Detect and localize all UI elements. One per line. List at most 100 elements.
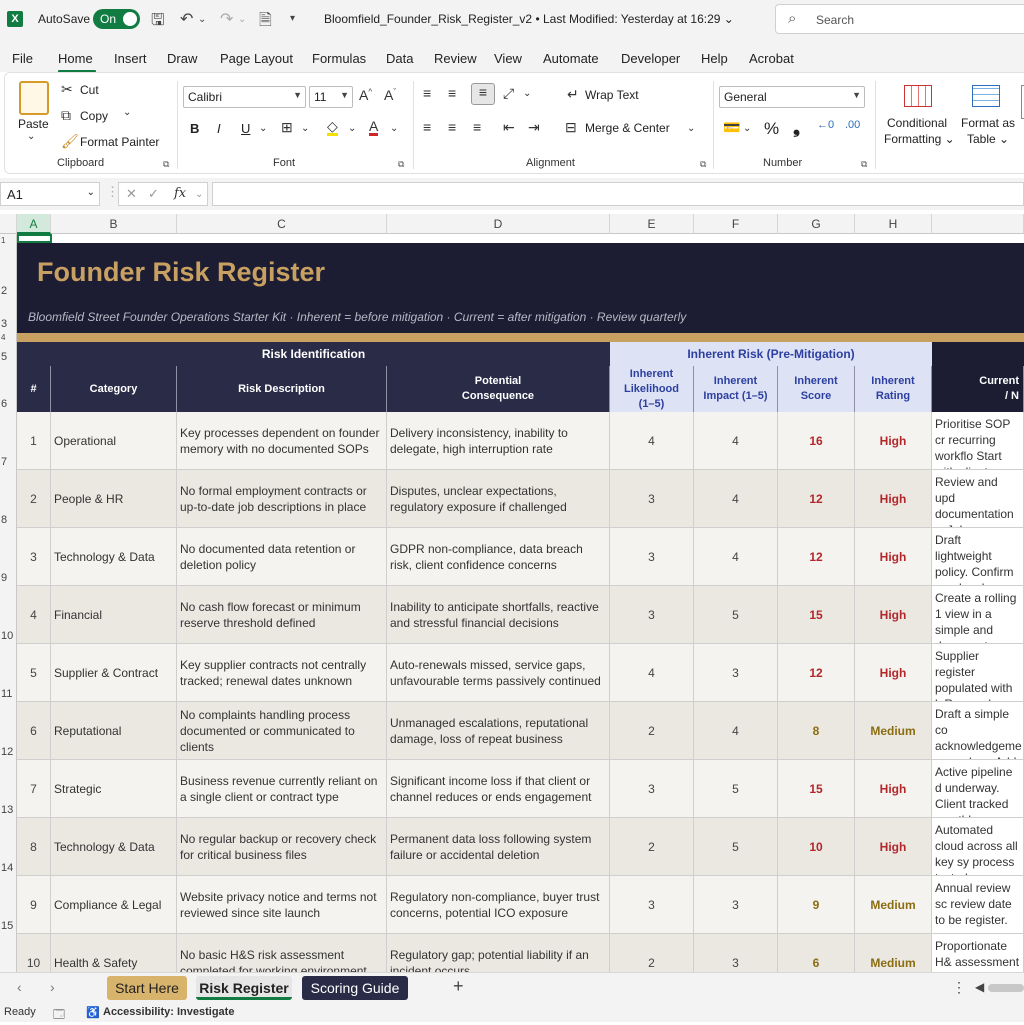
tab-help[interactable]: Help	[701, 51, 728, 66]
cell-score[interactable]: 15	[778, 760, 855, 818]
comma-style-button[interactable]: ❟	[793, 117, 800, 138]
row-header[interactable]: 1	[0, 234, 17, 245]
row-header[interactable]: 10	[0, 586, 17, 644]
bold-button[interactable]: B	[190, 121, 199, 136]
tab-formulas[interactable]: Formulas	[312, 51, 366, 66]
cell-description[interactable]: Key supplier contracts not centrally tra…	[177, 644, 387, 702]
cell-rating[interactable]: High	[855, 528, 932, 586]
number-launcher-icon[interactable]: ⧉	[861, 159, 867, 170]
font-family-select[interactable]: Calibri ▼	[183, 86, 306, 108]
cell-likelihood[interactable]: 3	[610, 876, 694, 934]
font-size-select[interactable]: 11 ▼	[309, 86, 353, 108]
prev-sheet-icon[interactable]: ‹	[17, 979, 22, 995]
underline-dropdown-icon[interactable]: ⌄	[259, 123, 267, 134]
worksheet-grid[interactable]: A B C D E F G H 1 2 3 4 5 6 7 8 9 10 11 12 13 1…	[0, 214, 1024, 972]
cell-current-mitigation[interactable]: Proportionate H& assessment to b documen…	[932, 934, 1024, 972]
conditional-formatting-icon[interactable]	[904, 85, 932, 107]
increase-indent-icon[interactable]: ⇥	[528, 119, 540, 136]
cell-impact[interactable]: 3	[694, 934, 778, 972]
alignment-launcher-icon[interactable]: ⧉	[700, 159, 706, 170]
merge-dropdown-icon[interactable]: ⌄	[687, 123, 695, 134]
cell-rating[interactable]: High	[855, 412, 932, 470]
decrease-indent-icon[interactable]: ⇤	[503, 119, 515, 136]
font-launcher-icon[interactable]: ⧉	[398, 159, 404, 170]
wrap-text-icon[interactable]: ↵	[567, 86, 579, 103]
fill-color-icon[interactable]: ◇	[327, 119, 338, 136]
align-right-icon[interactable]: ≡	[473, 119, 481, 135]
name-box[interactable]: A1 ⌄	[0, 182, 100, 206]
cell-likelihood[interactable]: 3	[610, 760, 694, 818]
tab-review[interactable]: Review	[434, 51, 477, 66]
align-left-icon[interactable]: ≡	[423, 119, 431, 135]
row-header[interactable]: 11	[0, 644, 17, 702]
accounting-format-icon[interactable]: 💳	[723, 119, 740, 136]
column-header-g[interactable]: G	[778, 214, 855, 234]
cell-current-mitigation[interactable]: Active pipeline d underway. Client track…	[932, 760, 1024, 818]
clipboard-launcher-icon[interactable]: ⧉	[163, 159, 169, 170]
cell-current-mitigation[interactable]: Annual review sc review date to be regis…	[932, 876, 1024, 934]
format-painter-button[interactable]: Format Painter	[80, 135, 159, 149]
cell-number[interactable]: 3	[17, 528, 51, 586]
next-sheet-icon[interactable]: ›	[50, 979, 55, 995]
cell-category[interactable]: Operational	[51, 412, 177, 470]
row-header[interactable]: 16	[0, 934, 17, 972]
cell-number[interactable]: 6	[17, 702, 51, 760]
cell-rating[interactable]: High	[855, 586, 932, 644]
cell-number[interactable]: 10	[17, 934, 51, 972]
format-painter-icon[interactable]: 🖌	[61, 133, 79, 150]
format-as-table-label-1[interactable]: Format as	[961, 116, 1015, 130]
cell-likelihood[interactable]: 3	[610, 470, 694, 528]
merge-center-button[interactable]: Merge & Center	[585, 121, 670, 135]
accessibility-icon[interactable]: ♿	[86, 1006, 100, 1019]
cell-impact[interactable]: 5	[694, 818, 778, 876]
orientation-dropdown-icon[interactable]: ⌄	[523, 88, 531, 99]
cell-score[interactable]: 12	[778, 470, 855, 528]
row-header[interactable]: 7	[0, 412, 17, 470]
cell-score[interactable]: 16	[778, 412, 855, 470]
cell-likelihood[interactable]: 2	[610, 934, 694, 972]
cell-description[interactable]: Key processes dependent on founder memor…	[177, 412, 387, 470]
cell-category[interactable]: Health & Safety	[51, 934, 177, 972]
macro-record-icon[interactable]: 🗔	[53, 1006, 65, 1025]
paste-dropdown-icon[interactable]: ⌄	[27, 131, 35, 142]
cell-rating[interactable]: Medium	[855, 934, 932, 972]
cell-number[interactable]: 1	[17, 412, 51, 470]
cell-impact[interactable]: 5	[694, 760, 778, 818]
cell-score[interactable]: 12	[778, 528, 855, 586]
tab-draw[interactable]: Draw	[167, 51, 197, 66]
fill-color-dropdown-icon[interactable]: ⌄	[348, 123, 356, 134]
cell-consequence[interactable]: Inability to anticipate shortfalls, reac…	[387, 586, 610, 644]
cell-score[interactable]: 8	[778, 702, 855, 760]
wrap-text-button[interactable]: Wrap Text	[585, 88, 639, 102]
font-color-icon[interactable]: A	[369, 119, 379, 136]
cell-score[interactable]: 9	[778, 876, 855, 934]
borders-dropdown-icon[interactable]: ⌄	[301, 123, 309, 134]
cell-impact[interactable]: 4	[694, 470, 778, 528]
cell-likelihood[interactable]: 4	[610, 644, 694, 702]
cell-consequence[interactable]: Unmanaged escalations, reputational dama…	[387, 702, 610, 760]
redo-icon[interactable]: ↷	[220, 9, 233, 29]
conditional-formatting-label-1[interactable]: Conditional	[887, 116, 947, 130]
row-header[interactable]: 2	[0, 243, 17, 301]
cell-number[interactable]: 2	[17, 470, 51, 528]
cut-button[interactable]: Cut	[80, 83, 99, 97]
cell-consequence[interactable]: Auto-renewals missed, service gaps, unfa…	[387, 644, 610, 702]
column-header-a[interactable]: A	[17, 214, 51, 234]
orientation-icon[interactable]: ⤢	[503, 85, 514, 102]
tab-view[interactable]: View	[494, 51, 522, 66]
cell-impact[interactable]: 3	[694, 644, 778, 702]
cell-score[interactable]: 12	[778, 644, 855, 702]
column-header-h[interactable]: H	[855, 214, 932, 234]
cell-impact[interactable]: 4	[694, 702, 778, 760]
document-title[interactable]: Bloomfield_Founder_Risk_Register_v2 • La…	[324, 12, 734, 26]
cell-current-mitigation[interactable]: Supplier register populated with k Renew…	[932, 644, 1024, 702]
cell-likelihood[interactable]: 3	[610, 528, 694, 586]
tab-insert[interactable]: Insert	[114, 51, 147, 66]
percent-button[interactable]: %	[764, 119, 779, 139]
cell-current-mitigation[interactable]: Review and upd documentation w Job descr…	[932, 470, 1024, 528]
cell-category[interactable]: Compliance & Legal	[51, 876, 177, 934]
function-dropdown-icon[interactable]: ⌄	[195, 189, 203, 200]
undo-dropdown-icon[interactable]: ⌄	[198, 14, 206, 25]
cell-current-mitigation[interactable]: Draft a simple co acknowledgeme procedur…	[932, 702, 1024, 760]
cell-number[interactable]: 8	[17, 818, 51, 876]
